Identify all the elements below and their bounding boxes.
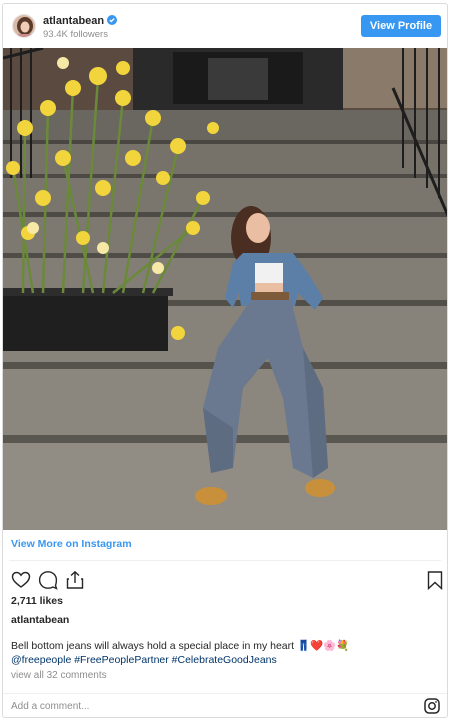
heart-icon[interactable] bbox=[11, 570, 31, 590]
post-header: atlantabean 93.4K followers View Profile bbox=[3, 4, 447, 48]
caption-hashtags[interactable]: @freepeople #FreePeoplePartner #Celebrat… bbox=[11, 653, 441, 667]
view-profile-button[interactable]: View Profile bbox=[361, 15, 441, 37]
avatar[interactable] bbox=[12, 14, 36, 38]
comment-bar: Add a comment... bbox=[3, 693, 447, 717]
instagram-embed: atlantabean 93.4K followers View Profile bbox=[2, 3, 448, 718]
view-more-link[interactable]: View More on Instagram bbox=[11, 538, 132, 550]
comment-icon[interactable] bbox=[38, 570, 58, 590]
share-icon[interactable] bbox=[65, 570, 85, 590]
caption-text: Bell bottom jeans will always hold a spe… bbox=[11, 640, 350, 652]
photo-illustration bbox=[3, 48, 447, 530]
view-all-comments-link[interactable]: view all 32 comments bbox=[11, 670, 107, 681]
bookmark-icon[interactable] bbox=[425, 570, 445, 590]
add-comment-input[interactable]: Add a comment... bbox=[11, 701, 89, 712]
post-photo[interactable] bbox=[3, 48, 447, 530]
username-text[interactable]: atlantabean bbox=[43, 15, 104, 27]
like-count[interactable]: 2,711 likes bbox=[11, 595, 63, 607]
follower-count: 93.4K followers bbox=[43, 29, 108, 40]
profile-username[interactable]: atlantabean bbox=[43, 15, 118, 27]
divider bbox=[9, 560, 441, 561]
caption: Bell bottom jeans will always hold a spe… bbox=[11, 639, 441, 667]
verified-badge-icon bbox=[107, 15, 118, 25]
action-bar bbox=[11, 570, 443, 590]
caption-username[interactable]: atlantabean bbox=[11, 614, 69, 626]
instagram-icon[interactable] bbox=[424, 698, 440, 714]
